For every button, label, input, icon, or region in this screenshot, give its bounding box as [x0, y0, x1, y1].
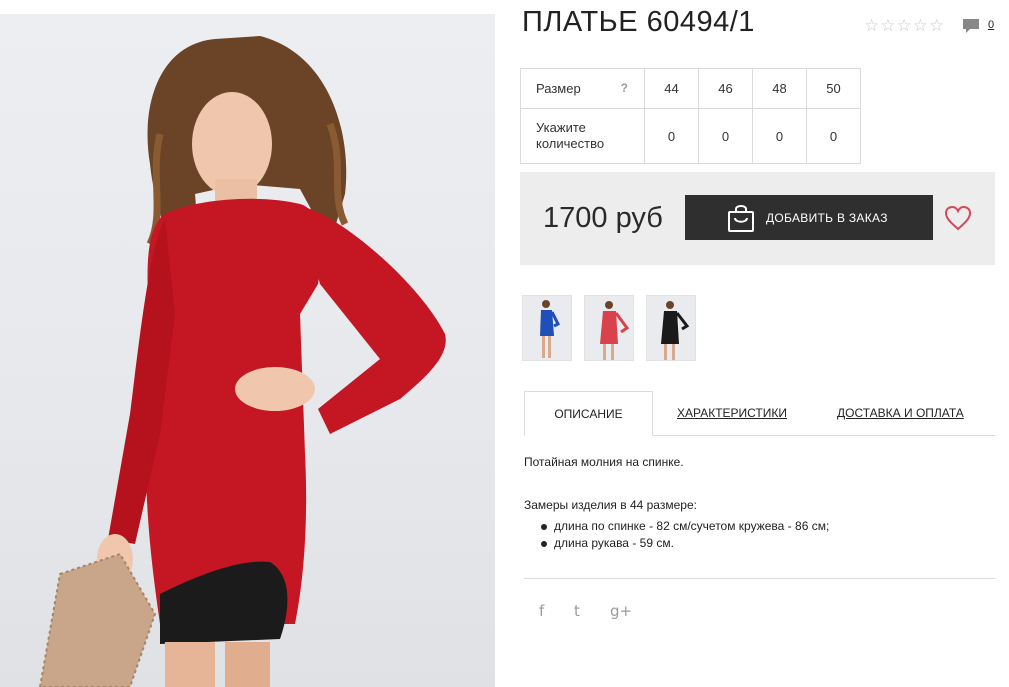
rating-stars[interactable]: ☆☆☆☆☆: [864, 16, 945, 36]
order-panel: 1700 руб ДОБАВИТЬ В ЗАКАЗ: [520, 172, 995, 265]
product-title: ПЛАТЬЕ 60494/1: [522, 6, 755, 38]
quantity-input-46[interactable]: 0: [698, 108, 753, 164]
comment-icon[interactable]: [962, 18, 980, 39]
comment-count-link[interactable]: 0: [988, 19, 994, 31]
quantity-input-48[interactable]: 0: [752, 108, 807, 164]
googleplus-icon[interactable]: g+: [610, 602, 632, 620]
tab-delivery-payment[interactable]: ДОСТАВКА И ОПЛАТА: [837, 391, 964, 435]
add-to-order-button[interactable]: ДОБАВИТЬ В ЗАКАЗ: [685, 195, 933, 240]
blue-dress-thumbnail[interactable]: [522, 295, 572, 361]
size-help-icon[interactable]: ?: [621, 81, 628, 95]
product-price: 1700 руб: [543, 202, 663, 234]
quantity-input-44[interactable]: 0: [644, 108, 699, 164]
add-to-order-label: ДОБАВИТЬ В ЗАКАЗ: [766, 211, 888, 225]
size-label: Размер: [536, 81, 581, 96]
size-option-48: 48: [752, 68, 807, 109]
product-main-image[interactable]: [0, 14, 495, 687]
list-item: длина по спинке - 82 см/сучетом кружева …: [540, 519, 830, 533]
quantity-label: Укажите количество: [520, 108, 645, 164]
description-panel: Потайная молния на спинке. Замеры издели…: [524, 455, 829, 550]
shopping-bag-icon: [727, 203, 755, 236]
twitter-icon[interactable]: t: [574, 602, 580, 620]
divider: [524, 578, 995, 579]
facebook-icon[interactable]: f: [539, 602, 544, 620]
size-option-50: 50: [806, 68, 861, 109]
description-line-zipper: Потайная молния на спинке.: [524, 455, 684, 469]
size-option-46: 46: [698, 68, 753, 109]
wishlist-heart-icon[interactable]: [944, 205, 972, 236]
size-label-cell: Размер ?: [520, 68, 645, 109]
black-dress-thumbnail[interactable]: [646, 295, 696, 361]
red-dress-thumbnail[interactable]: [584, 295, 634, 361]
list-item: длина рукава - 59 см.: [540, 535, 829, 552]
tab-specifications[interactable]: ХАРАКТЕРИСТИКИ: [677, 391, 787, 435]
quantity-input-50[interactable]: 0: [806, 108, 861, 164]
size-quantity-table: Размер ? 44 46 48 50 Укажите количество …: [520, 68, 861, 164]
measurement-list: длина по спинке - 82 см/сучетом кружева …: [524, 518, 829, 552]
tab-description[interactable]: ОПИСАНИЕ: [524, 391, 653, 436]
product-info-tabs: ОПИСАНИЕ ХАРАКТЕРИСТИКИ ДОСТАВКА И ОПЛАТ…: [524, 391, 995, 436]
description-line-measurements: Замеры изделия в 44 размере:: [524, 498, 697, 512]
size-option-44: 44: [644, 68, 699, 109]
